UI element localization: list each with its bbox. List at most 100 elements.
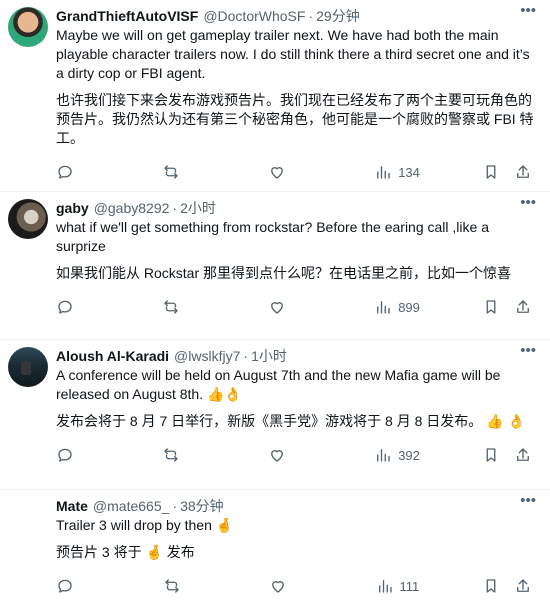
like-icon: [271, 302, 284, 314]
reply-icon: [58, 300, 72, 314]
view-count: 899: [398, 299, 420, 315]
views-icon: [377, 166, 390, 179]
repost-icon: [164, 579, 179, 593]
repost-button[interactable]: [162, 298, 206, 316]
right-actions: [482, 298, 534, 316]
bookmark-icon: [486, 579, 496, 593]
share-button[interactable]: [514, 298, 534, 316]
more-icon[interactable]: •••: [520, 194, 536, 211]
post-header: Mate @mate665_ · 38分钟: [56, 496, 534, 516]
avatar[interactable]: [8, 7, 48, 47]
bookmark-icon: [486, 448, 496, 462]
bookmark-icon: [486, 165, 496, 179]
views-button[interactable]: 134: [374, 163, 420, 181]
reply-post[interactable]: ••• Aloush Al-Karadi @lwslkfjy7 · 1小时 A …: [0, 340, 550, 490]
views-button[interactable]: 111: [376, 577, 420, 595]
translated-text: 预告片 3 将于 🤞 发布: [56, 544, 195, 560]
like-button[interactable]: [268, 163, 312, 181]
more-icon[interactable]: •••: [520, 342, 536, 359]
reply-icon: [58, 448, 72, 462]
share-icon: [517, 300, 529, 313]
reply-button[interactable]: [56, 446, 100, 464]
post-actions: 134: [56, 154, 534, 190]
post-header: gaby @gaby8292 · 2小时: [56, 198, 534, 218]
like-button[interactable]: [268, 446, 312, 464]
more-icon[interactable]: •••: [520, 492, 536, 509]
view-count: 111: [399, 578, 420, 594]
timestamp[interactable]: 2小时: [180, 198, 216, 218]
views-icon: [377, 449, 390, 462]
bookmark-button[interactable]: [482, 163, 502, 181]
post-text: A conference will be held on August 7th …: [56, 367, 505, 402]
share-button[interactable]: [514, 163, 534, 181]
timestamp[interactable]: 1小时: [251, 346, 287, 366]
reply-button[interactable]: [56, 298, 100, 316]
post-header: Aloush Al-Karadi @lwslkfjy7 · 1小时: [56, 346, 534, 366]
post-text: what if we'll get something from rocksta…: [56, 219, 493, 254]
avatar[interactable]: [8, 199, 48, 239]
repost-button[interactable]: [162, 163, 206, 181]
repost-icon: [164, 165, 178, 179]
reply-feed: ••• GrandThieftAutoVISF @DoctorWhoSF · 2…: [0, 0, 550, 613]
reply-icon: [58, 165, 72, 179]
display-name[interactable]: Mate: [56, 498, 88, 514]
translated-text: 如果我们能从 Rockstar 那里得到点什么呢？在电话里之前，比如一个惊喜: [56, 265, 512, 281]
views-button[interactable]: 392: [374, 446, 420, 464]
view-count: 134: [398, 164, 420, 180]
share-icon: [517, 165, 529, 178]
avatar[interactable]: [8, 347, 48, 387]
reply-button[interactable]: [56, 577, 100, 595]
bookmark-button[interactable]: [482, 577, 502, 595]
like-icon: [271, 167, 284, 179]
display-name[interactable]: gaby: [56, 200, 89, 216]
avatar[interactable]: [8, 497, 48, 537]
username[interactable]: @DoctorWhoSF: [203, 8, 305, 24]
reply-button[interactable]: [56, 163, 100, 181]
reply-post[interactable]: ••• GrandThieftAutoVISF @DoctorWhoSF · 2…: [0, 0, 550, 192]
view-count: 392: [398, 447, 420, 463]
separator-dot: ·: [243, 348, 249, 364]
share-icon: [517, 579, 529, 592]
like-button[interactable]: [268, 298, 312, 316]
share-button[interactable]: [514, 577, 534, 595]
username[interactable]: @gaby8292: [94, 200, 170, 216]
like-icon: [271, 450, 284, 462]
share-icon: [517, 448, 529, 461]
bookmark-icon: [486, 300, 496, 314]
display-name[interactable]: GrandThieftAutoVISF: [56, 8, 198, 24]
post-actions: 899: [56, 289, 534, 325]
reply-icon: [58, 579, 72, 593]
timestamp[interactable]: 38分钟: [180, 496, 224, 516]
like-icon: [272, 581, 284, 593]
repost-button[interactable]: [163, 577, 207, 595]
repost-button[interactable]: [162, 446, 206, 464]
repost-icon: [164, 448, 178, 462]
display-name[interactable]: Aloush Al-Karadi: [56, 348, 169, 364]
post-text: Trailer 3 will drop by then 🤞: [56, 517, 234, 533]
separator-dot: ·: [172, 200, 178, 216]
more-icon[interactable]: •••: [520, 2, 536, 19]
separator-dot: ·: [308, 8, 314, 24]
username[interactable]: @mate665_: [93, 498, 169, 514]
post-actions: 392: [56, 437, 534, 473]
bookmark-button[interactable]: [482, 298, 502, 316]
timestamp[interactable]: 29分钟: [316, 6, 360, 26]
post-actions: 111: [56, 568, 534, 604]
share-button[interactable]: [514, 446, 534, 464]
translated-text: 发布会将于 8 月 7 日举行，新版《黑手党》游戏将于 8 月 8 日发布。 👍…: [56, 413, 525, 429]
views-button[interactable]: 899: [374, 298, 420, 316]
right-actions: [482, 446, 534, 464]
repost-icon: [164, 300, 178, 314]
reply-post[interactable]: ••• gaby @gaby8292 · 2小时 what if we'll g…: [0, 192, 550, 340]
views-icon: [377, 301, 390, 314]
right-actions: [482, 163, 534, 181]
translated-text: 也许我们接下来会发布游戏预告片。我们现在已经发布了两个主要可玩角色的预告片。我仍…: [56, 92, 534, 146]
reply-post[interactable]: ••• Mate @mate665_ · 38分钟 Trailer 3 will…: [0, 490, 550, 613]
post-header: GrandThieftAutoVISF @DoctorWhoSF · 29分钟: [56, 6, 534, 26]
username[interactable]: @lwslkfjy7: [174, 348, 240, 364]
like-button[interactable]: [269, 577, 313, 595]
bookmark-button[interactable]: [482, 446, 502, 464]
right-actions: [482, 577, 534, 595]
separator-dot: ·: [172, 498, 178, 514]
post-text: Maybe we will on get gameplay trailer ne…: [56, 27, 534, 81]
